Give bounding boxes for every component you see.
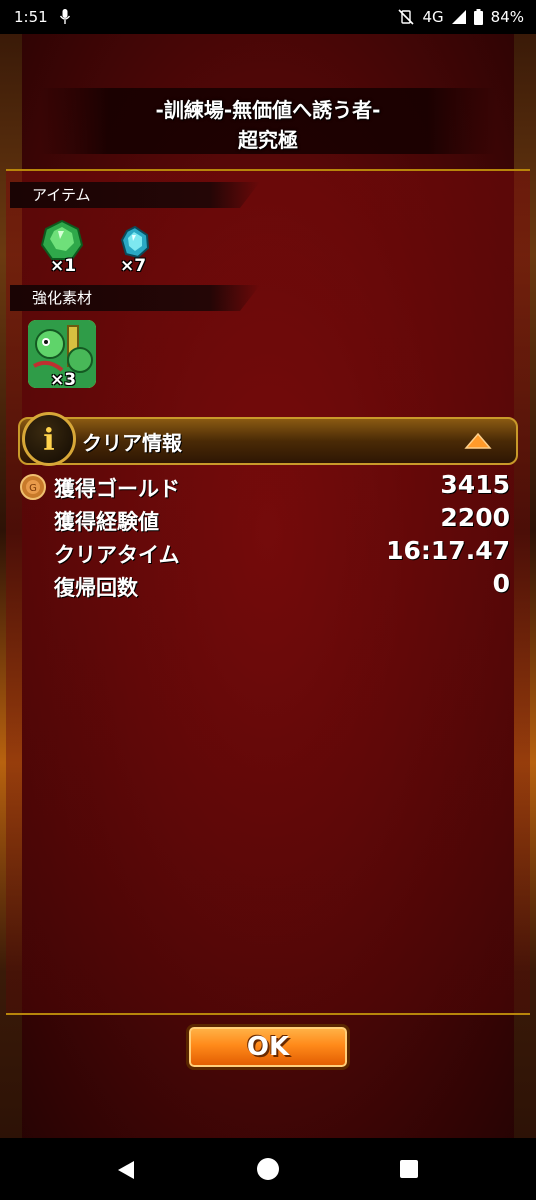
collapse-arrow-icon[interactable] (464, 432, 492, 450)
stat-value-continues: 0 (492, 569, 510, 598)
info-icon: i (43, 423, 55, 458)
status-time: 1:51 (14, 8, 48, 26)
home-icon[interactable] (257, 1158, 279, 1180)
battery-icon (473, 9, 483, 25)
back-icon[interactable] (116, 1159, 136, 1181)
material-count: ×3 (50, 370, 77, 390)
quest-difficulty: 超究極 (238, 128, 298, 152)
clear-info-title: クリア情報 (82, 431, 182, 455)
item-count: ×7 (120, 256, 147, 276)
items-section-header: アイテム (10, 182, 260, 208)
stat-label-time: クリアタイム (54, 543, 180, 567)
stat-value-exp: 2200 (440, 503, 510, 532)
stat-label-continues: 復帰回数 (54, 576, 138, 600)
microphone-icon (60, 9, 70, 24)
signal-icon (451, 10, 466, 24)
stat-label-gold: 獲得ゴールド (54, 477, 180, 501)
stat-value-time: 16:17.47 (386, 536, 510, 565)
recent-apps-icon[interactable] (400, 1160, 418, 1178)
svg-text:G: G (29, 483, 37, 494)
battery-percent: 84% (490, 8, 524, 26)
blue-gem-icon (120, 225, 150, 259)
item-count: ×1 (50, 256, 77, 276)
status-bar: 1:51 4G 84% (0, 0, 536, 34)
stat-label-exp: 獲得経験値 (54, 510, 159, 534)
status-indicators: 4G 84% (398, 8, 524, 26)
vibrate-mute-icon (398, 9, 415, 25)
network-label: 4G (422, 8, 444, 26)
quest-title: -訓練場-無価値へ誘う者- (155, 98, 381, 122)
stat-value-gold: 3415 (440, 470, 510, 499)
materials-section-header: 強化素材 (10, 285, 260, 311)
info-badge: i (22, 412, 76, 466)
gold-coin-icon: G (20, 474, 46, 500)
ok-button[interactable]: OK (186, 1024, 350, 1070)
